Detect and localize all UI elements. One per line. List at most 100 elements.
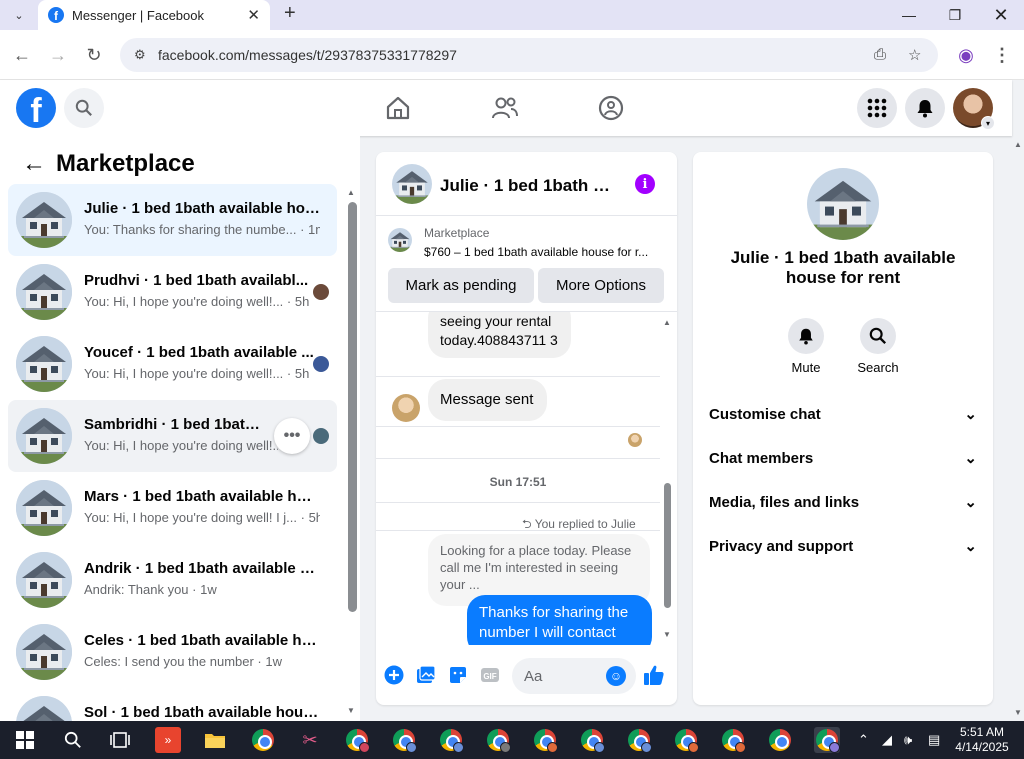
chat-title[interactable]: Julie · 1 bed 1bath av... [440,176,616,196]
conversation-preview: You: Hi, I hope you're doing well!... · … [84,294,310,309]
section-customise-chat[interactable]: Customise chat ⌄ [709,392,977,436]
add-button[interactable] [383,664,405,686]
chrome-profile-app-icon[interactable] [673,727,699,753]
chrome-profile-app-icon[interactable] [814,727,840,753]
conversation-item[interactable]: Julie · 1 bed 1bath available hous... You… [8,184,337,256]
tab-title: Messenger | Facebook [72,7,204,23]
new-tab-button[interactable]: + [284,2,296,25]
show-hidden-icons[interactable]: ⌃ [858,732,869,748]
mark-as-pending-button[interactable]: Mark as pending [388,268,534,303]
file-explorer-icon[interactable] [202,727,228,753]
snipping-tool-icon[interactable]: ✂ [297,727,323,753]
section-privacy-support[interactable]: Privacy and support ⌄ [709,524,977,568]
notification-center-icon[interactable]: ▤ [928,732,940,748]
emoji-icon[interactable]: ☺ [606,666,626,686]
groups-nav-button[interactable] [597,94,625,122]
chrome-profile-app-icon[interactable] [485,727,511,753]
chat-avatar[interactable] [392,164,432,204]
chrome-profile-app-icon[interactable] [626,727,652,753]
conversation-item[interactable]: Mars · 1 bed 1bath available hou... You: … [8,472,337,544]
search-action[interactable]: Search [848,318,908,375]
reload-button[interactable]: ↻ [81,42,107,68]
notifications-button[interactable] [905,88,945,128]
chat-scroll-up-arrow[interactable]: ▲ [663,318,671,327]
maximize-button[interactable]: ❐ [932,0,978,30]
conversation-item[interactable]: Celes · 1 bed 1bath available hou... Cele… [8,616,337,688]
minimize-button[interactable]: — [886,0,932,30]
conversation-item[interactable]: Prudhvi · 1 bed 1bath availabl... You: Hi… [8,256,337,328]
back-arrow-icon[interactable]: ← [22,150,56,178]
chat-scroll-down-arrow[interactable]: ▼ [663,630,671,639]
conversation-item[interactable]: Sambridhi · 1 bed 1bath avail... You: Hi,… [8,400,337,472]
like-button[interactable] [643,664,665,686]
chrome-profile-app-icon[interactable] [720,727,746,753]
url-text[interactable]: facebook.com/messages/t/2937837533177829… [158,47,457,63]
sticker-button[interactable] [447,664,469,686]
taskbar-search-button[interactable] [60,727,86,753]
contact-avatar[interactable] [807,168,879,240]
conversation-item[interactable]: Youcef · 1 bed 1bath available ... You: H… [8,328,337,400]
gif-button[interactable]: GIF [479,664,501,686]
conversation-more-button[interactable]: ••• [274,418,310,454]
forward-button[interactable]: → [45,42,71,68]
friends-nav-button[interactable] [491,94,519,122]
info-icon[interactable]: i [635,174,655,194]
page-scroll-down-arrow[interactable]: ▼ [1014,708,1022,717]
bookmark-star-icon[interactable]: ☆ [908,46,921,64]
page-scroll-up-arrow[interactable]: ▲ [1014,140,1022,149]
account-avatar[interactable]: ▾ [953,88,995,130]
chrome-profile-app-icon[interactable] [579,727,605,753]
search-button[interactable] [64,88,104,128]
scroll-up-arrow[interactable]: ▲ [347,188,355,197]
tab-search-button[interactable]: ⌄ [0,0,38,30]
scroll-down-arrow[interactable]: ▼ [347,706,355,715]
chrome-profile-app-icon[interactable] [532,727,558,753]
chrome-profile-app-icon[interactable] [391,727,417,753]
tab-close-icon[interactable]: ✕ [247,6,260,24]
timestamp: Sun 17:51 [489,475,547,489]
menu-button[interactable] [857,88,897,128]
browser-tab[interactable]: f Messenger | Facebook ✕ [38,0,270,30]
conversation-name: Julie · 1 bed 1bath available hous... [84,200,320,217]
browser-menu-icon[interactable]: ⋮ [989,42,1015,68]
conversation-name: Mars · 1 bed 1bath available hou... [84,488,320,505]
home-nav-button[interactable] [384,94,412,122]
omnibox[interactable]: ⚙ facebook.com/messages/t/29378375331778… [120,38,938,72]
system-clock[interactable]: 5:51 AM 4/14/2025 [954,725,1010,755]
search-icon [75,99,92,116]
chrome-profile-app-icon[interactable] [438,727,464,753]
section-chat-members[interactable]: Chat members ⌄ [709,436,977,480]
site-info-icon[interactable]: ⚙ [134,47,154,63]
attach-photo-button[interactable] [415,664,437,686]
mute-action[interactable]: Mute [776,318,836,375]
chrome-app-icon[interactable] [250,727,276,753]
back-button[interactable]: ← [9,42,35,68]
section-label: Media, files and links [709,493,860,511]
section-media-files-links[interactable]: Media, files and links ⌄ [709,480,977,524]
conversation-scrollbar[interactable] [348,202,357,612]
network-icon[interactable]: ◢ [882,732,892,748]
close-window-button[interactable]: ✕ [978,0,1024,30]
install-app-icon[interactable]: ⎙ [874,46,886,63]
task-view-button[interactable] [107,727,133,753]
volume-icon[interactable]: 🕪 [904,732,912,748]
listing-title[interactable]: $760 – 1 bed 1bath available house for r… [424,245,668,259]
browser-tab-strip: ⌄ f Messenger | Facebook ✕ + — ❐ ✕ [0,0,1024,30]
conversation-avatar [16,264,72,320]
search-in-chat-button[interactable] [860,318,896,354]
profile-icon[interactable]: ◉ [953,42,979,68]
conversation-item[interactable]: Andrik · 1 bed 1bath available ho... Andr… [8,544,337,616]
chrome-profile-app-icon[interactable] [767,727,793,753]
facebook-logo-icon[interactable]: f [16,88,56,128]
chrome-profile-app-icon[interactable] [344,727,370,753]
chat-scrollbar[interactable] [664,483,671,608]
home-icon [386,96,410,120]
listing-thumbnail[interactable] [388,228,412,252]
mute-button[interactable] [788,318,824,354]
start-button[interactable] [12,727,38,753]
anydesk-app-icon[interactable]: » [155,727,181,753]
more-options-button[interactable]: More Options [538,268,664,303]
sender-avatar [392,394,420,422]
conversation-item[interactable]: Sol · 1 bed 1bath available house... [8,688,337,721]
contact-name: Julie · 1 bed 1bath available house for … [730,248,956,287]
